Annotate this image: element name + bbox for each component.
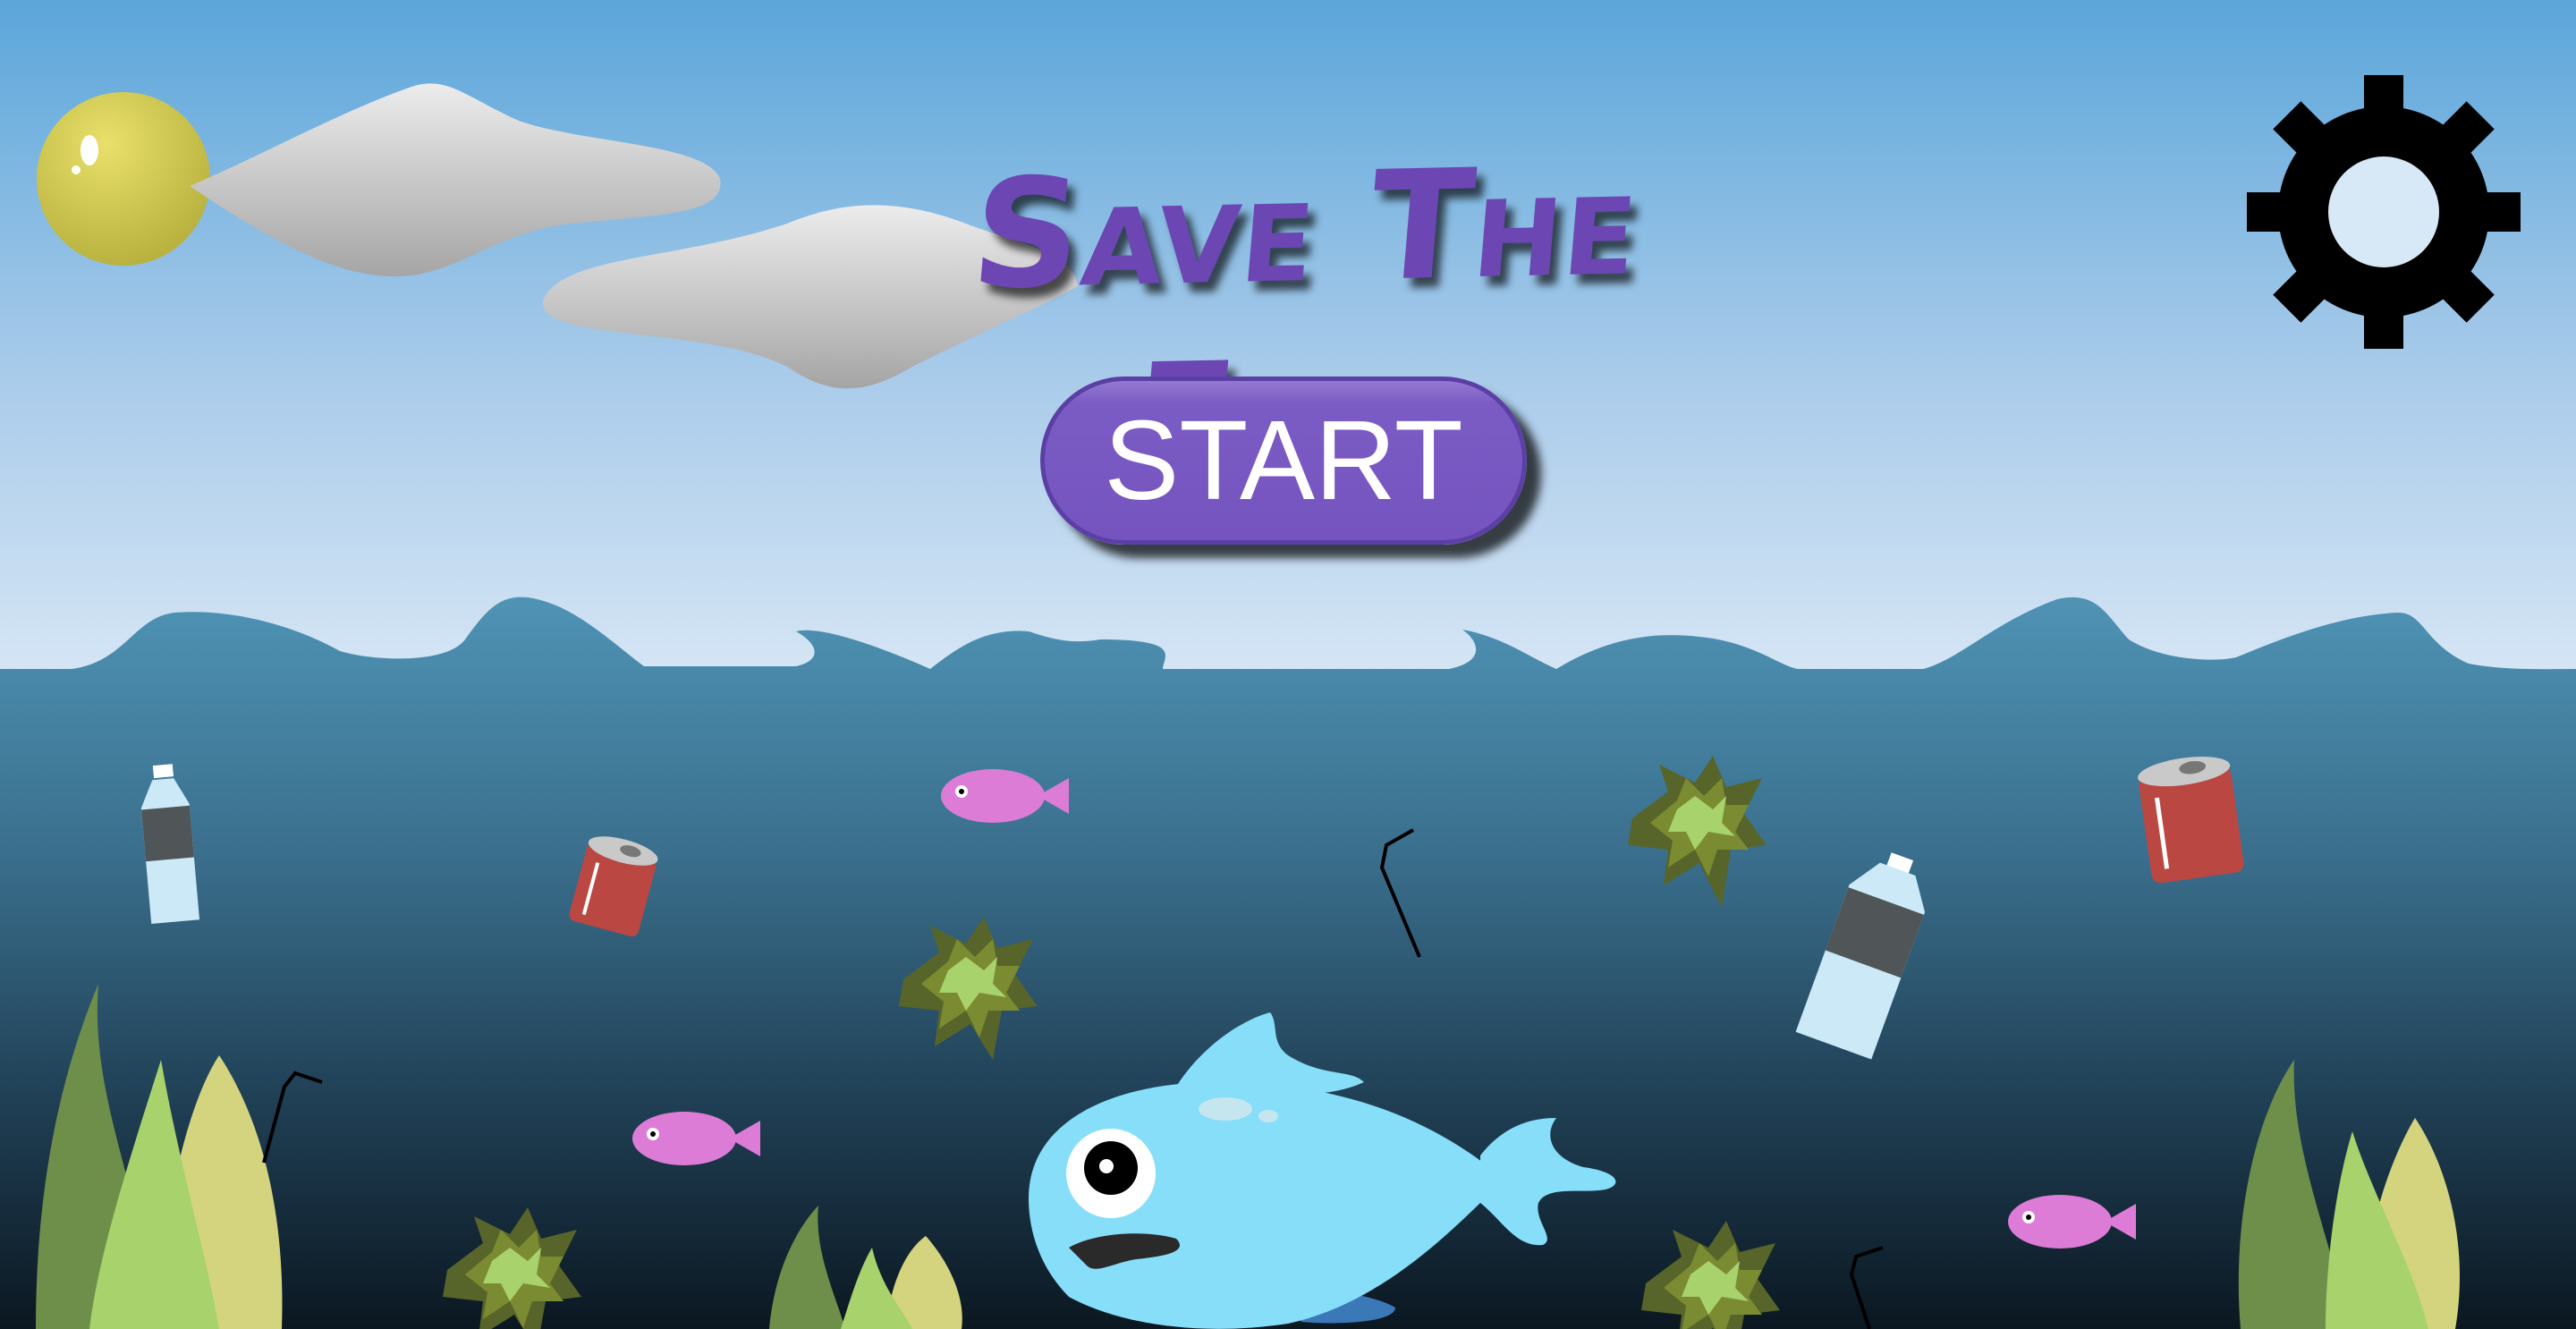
- gear-icon: [2247, 75, 2521, 349]
- game-title: Save The Fish: [965, 133, 1647, 507]
- start-button[interactable]: START: [1040, 377, 1527, 545]
- sun: [37, 92, 210, 266]
- soda-can: [2138, 757, 2244, 884]
- game-screen: Save The Fish START: [0, 0, 2576, 1329]
- settings-button[interactable]: [2247, 75, 2521, 349]
